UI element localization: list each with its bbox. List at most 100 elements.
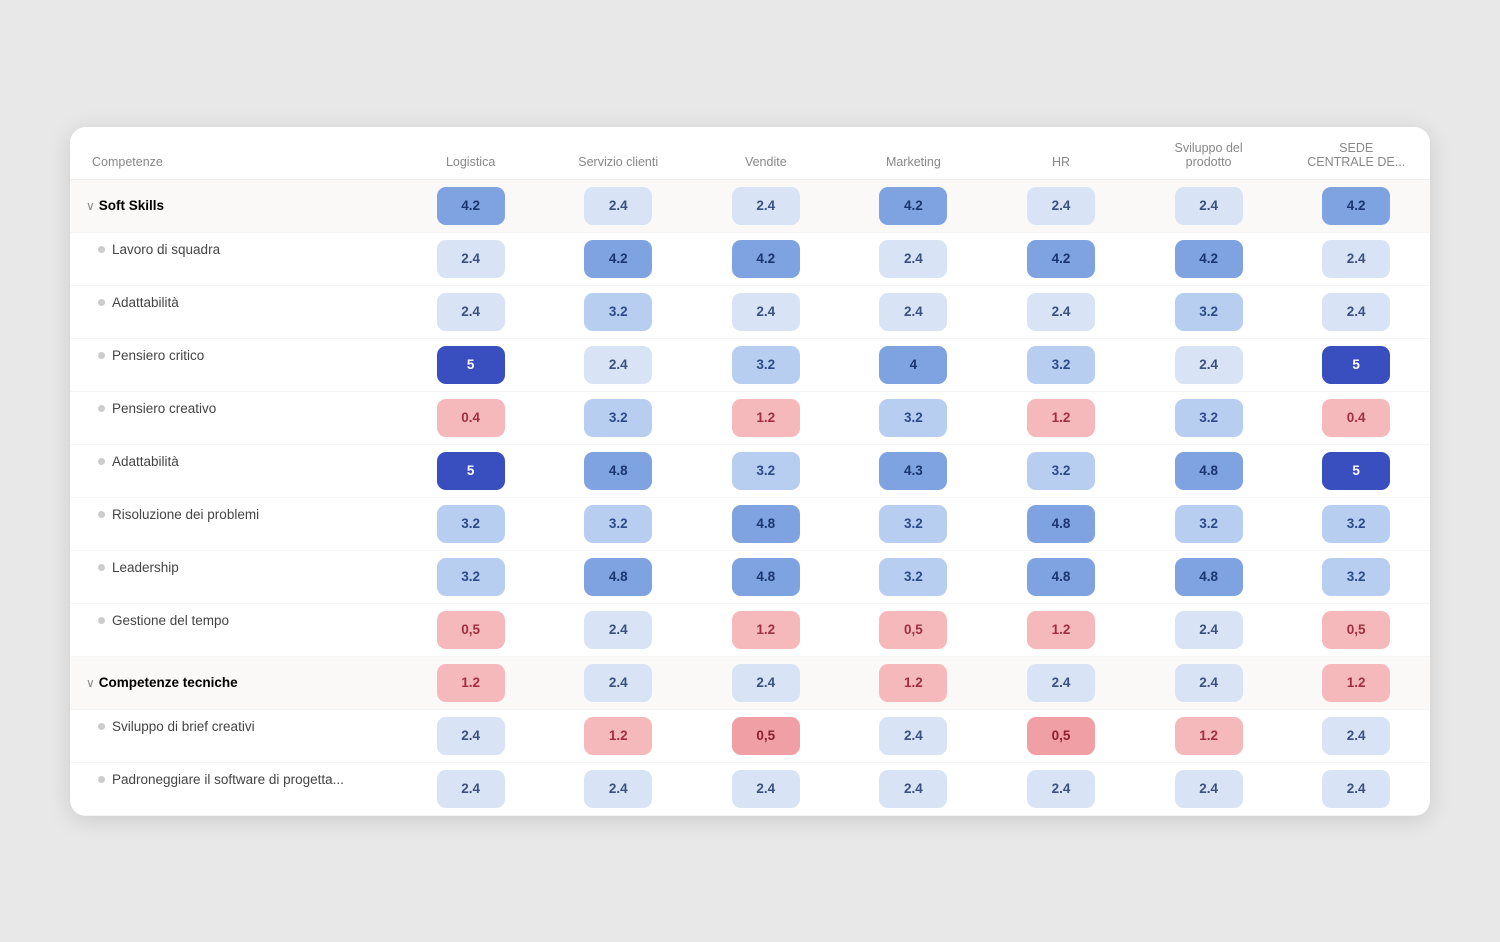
- row-val: 4.8: [692, 497, 840, 550]
- cell-badge: 2.4: [732, 293, 800, 331]
- col-header-sviluppo: Sviluppo del prodotto: [1135, 127, 1283, 180]
- row-val: 0,5: [840, 603, 988, 656]
- col-header-marketing: Marketing: [840, 127, 988, 180]
- cell-badge: 2.4: [1175, 770, 1243, 808]
- col-header-hr: HR: [987, 127, 1135, 180]
- bullet-icon: [98, 352, 105, 359]
- cell-badge: 0,5: [879, 611, 947, 649]
- bullet-icon: [98, 405, 105, 412]
- cell-badge: 2.4: [879, 240, 947, 278]
- group-val-0-3: 4.2: [840, 179, 988, 232]
- row-val: 2.4: [397, 709, 545, 762]
- group-val-0-5: 2.4: [1135, 179, 1283, 232]
- row-val: 0,5: [987, 709, 1135, 762]
- cell-badge: 2.4: [1027, 187, 1095, 225]
- group-label-1: ∨Competenze tecniche: [70, 656, 397, 709]
- row-val: 3.2: [1282, 550, 1430, 603]
- row-val: 2.4: [840, 232, 988, 285]
- data-row: Lavoro di squadra2.44.24.22.44.24.22.4: [70, 232, 1430, 285]
- group-val-1-2: 2.4: [692, 656, 840, 709]
- cell-badge: 4.2: [1175, 240, 1243, 278]
- data-row: Gestione del tempo0,52.41.20,51.22.40,5: [70, 603, 1430, 656]
- row-label-text: Leadership: [112, 560, 179, 575]
- cell-badge: 2.4: [1322, 240, 1390, 278]
- cell-badge: 3.2: [1027, 346, 1095, 384]
- group-val-0-4: 2.4: [987, 179, 1135, 232]
- row-val: 4.8: [987, 497, 1135, 550]
- col-header-competenze: Competenze: [70, 127, 397, 180]
- cell-badge: 2.4: [437, 293, 505, 331]
- row-val: 3.2: [987, 338, 1135, 391]
- row-label-text: Adattabilità: [112, 295, 179, 310]
- row-val: 2.4: [397, 285, 545, 338]
- cell-badge: 1.2: [437, 664, 505, 702]
- group-val-0-2: 2.4: [692, 179, 840, 232]
- row-val: 1.2: [544, 709, 692, 762]
- group-val-1-5: 2.4: [1135, 656, 1283, 709]
- row-val: 3.2: [840, 391, 988, 444]
- row-label-text: Adattabilità: [112, 454, 179, 469]
- cell-badge: 3.2: [1322, 505, 1390, 543]
- cell-badge: 2.4: [584, 187, 652, 225]
- cell-badge: 3.2: [584, 293, 652, 331]
- row-val: 2.4: [397, 232, 545, 285]
- row-val: 3.2: [840, 497, 988, 550]
- row-val: 2.4: [1135, 762, 1283, 815]
- chevron-icon[interactable]: ∨: [86, 676, 95, 690]
- row-val: 2.4: [1282, 285, 1430, 338]
- group-row-0: ∨Soft Skills4.22.42.44.22.42.44.2: [70, 179, 1430, 232]
- cell-badge: 3.2: [879, 505, 947, 543]
- cell-badge: 3.2: [879, 399, 947, 437]
- row-val: 3.2: [692, 444, 840, 497]
- row-label: Pensiero creativo: [70, 392, 397, 425]
- main-card: CompetenzeLogisticaServizio clientiVendi…: [70, 127, 1430, 816]
- cell-badge: 3.2: [1322, 558, 1390, 596]
- row-label: Sviluppo di brief creativi: [70, 710, 397, 743]
- row-label-text: Pensiero creativo: [112, 401, 216, 416]
- bullet-icon: [98, 776, 105, 783]
- row-val: 5: [1282, 338, 1430, 391]
- row-val: 2.4: [840, 285, 988, 338]
- group-val-0-0: 4.2: [397, 179, 545, 232]
- group-val-1-1: 2.4: [544, 656, 692, 709]
- data-row: Adattabilità2.43.22.42.42.43.22.4: [70, 285, 1430, 338]
- row-val: 3.2: [1282, 497, 1430, 550]
- data-row: Risoluzione dei problemi3.23.24.83.24.83…: [70, 497, 1430, 550]
- row-val: 2.4: [1135, 603, 1283, 656]
- row-val: 2.4: [1282, 232, 1430, 285]
- cell-badge: 0.4: [1322, 399, 1390, 437]
- group-val-1-0: 1.2: [397, 656, 545, 709]
- cell-badge: 3.2: [437, 558, 505, 596]
- row-val: 2.4: [544, 338, 692, 391]
- row-val: 3.2: [544, 391, 692, 444]
- cell-badge: 0.4: [437, 399, 505, 437]
- row-val: 2.4: [987, 285, 1135, 338]
- bullet-icon: [98, 511, 105, 518]
- row-val: 3.2: [397, 550, 545, 603]
- data-row: Adattabilità54.83.24.33.24.85: [70, 444, 1430, 497]
- row-val: 4.8: [544, 444, 692, 497]
- cell-badge: 2.4: [1175, 346, 1243, 384]
- row-val: 3.2: [1135, 391, 1283, 444]
- data-row: Sviluppo di brief creativi2.41.20,52.40,…: [70, 709, 1430, 762]
- col-header-logistica: Logistica: [397, 127, 545, 180]
- cell-badge: 4.2: [437, 187, 505, 225]
- cell-badge: 2.4: [1175, 611, 1243, 649]
- cell-badge: 4.8: [1175, 558, 1243, 596]
- row-val: 4.2: [692, 232, 840, 285]
- cell-badge: 4.2: [1027, 240, 1095, 278]
- row-val: 1.2: [692, 391, 840, 444]
- bullet-icon: [98, 246, 105, 253]
- row-val: 0,5: [1282, 603, 1430, 656]
- row-label: Gestione del tempo: [70, 604, 397, 637]
- cell-badge: 1.2: [732, 611, 800, 649]
- cell-badge: 2.4: [1027, 770, 1095, 808]
- cell-badge: 5: [1322, 346, 1390, 384]
- chevron-icon[interactable]: ∨: [86, 199, 95, 213]
- cell-badge: 5: [437, 452, 505, 490]
- cell-badge: 2.4: [732, 770, 800, 808]
- group-val-1-6: 1.2: [1282, 656, 1430, 709]
- cell-badge: 2.4: [437, 717, 505, 755]
- cell-badge: 2.4: [1175, 664, 1243, 702]
- row-val: 5: [397, 338, 545, 391]
